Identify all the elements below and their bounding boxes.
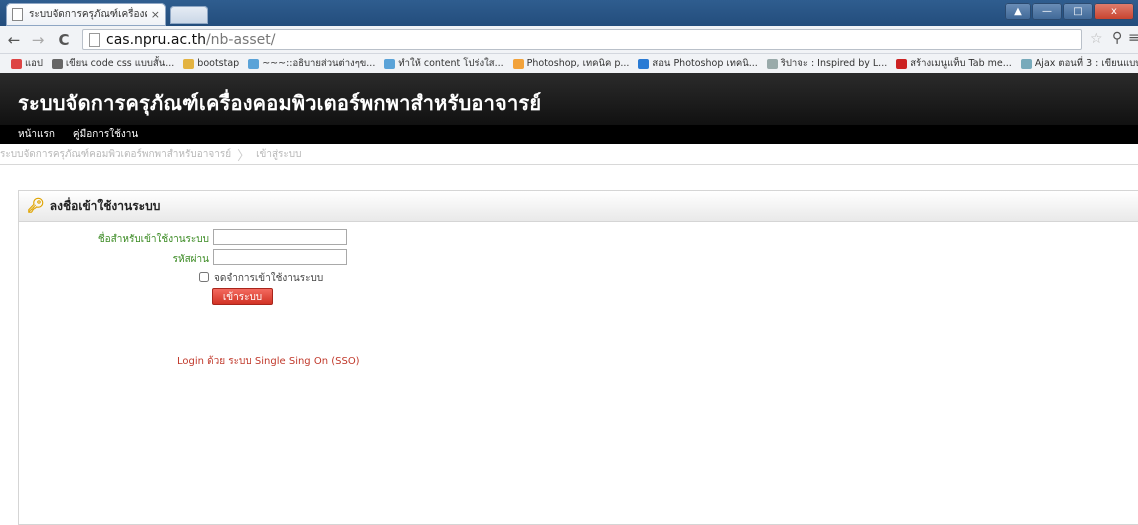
bookmark-item[interactable]: Ajax ตอนที่ 3 : เขียนแบบ... — [1020, 56, 1138, 71]
reload-icon[interactable]: C — [54, 31, 74, 49]
user-icon[interactable]: ▲ — [1005, 3, 1031, 20]
document-icon — [12, 8, 23, 21]
page-icon — [89, 32, 100, 47]
bookmark-favicon-icon — [896, 58, 908, 69]
bookmark-item[interactable]: แอป — [11, 56, 43, 71]
bookmark-item[interactable]: สร้างเมนูแท็บ Tab me... — [896, 56, 1012, 71]
password-label: รหัสผ่าน — [172, 254, 209, 265]
breadcrumb-separator-icon: 〉 — [237, 148, 251, 164]
window-controls: ▲ — □ x — [1005, 3, 1134, 20]
site-title: ระบบจัดการครุภัณฑ์เครื่องคอมพิวเตอร์พกพา… — [18, 91, 542, 115]
bookmark-favicon-icon — [248, 58, 260, 69]
login-panel-title: ลงชื่อเข้าใช้งานระบบ — [49, 198, 161, 213]
forward-icon[interactable]: → — [28, 31, 48, 49]
close-window-button[interactable]: x — [1094, 3, 1134, 20]
breadcrumb-item-system[interactable]: ระบบจัดการครุภัณฑ์คอมพิวเตอร์พกพาสำหรับอ… — [0, 147, 231, 162]
breadcrumb: ระบบจัดการครุภัณฑ์คอมพิวเตอร์พกพาสำหรับอ… — [0, 144, 1138, 165]
menu-icon[interactable]: ≡ — [1128, 30, 1138, 46]
bookmarks-bar: แอป เขียน code css แบบสั้น... bootstap ~~~:… — [0, 54, 1138, 74]
bookmark-favicon-icon — [766, 58, 778, 69]
back-icon[interactable]: ← — [4, 31, 24, 49]
bookmark-item[interactable]: ~~~::อธิบายส่วนต่างๆข... — [248, 56, 375, 71]
username-input[interactable] — [213, 229, 347, 245]
bookmark-label: Photoshop, เทคนิค p... — [526, 58, 630, 69]
site-nav: หน้าแรก คู่มือการใช้งาน — [0, 125, 1138, 144]
browser-titlebar: ระบบจัดการครุภัณฑ์เครื่องคอม × ▲ — □ x — [0, 0, 1138, 26]
bookmark-label: แอป — [25, 58, 43, 69]
bookmark-item[interactable]: ริปาจะ : Inspired by L... — [766, 56, 888, 71]
tab-close-icon[interactable]: × — [151, 8, 160, 21]
extension-icon[interactable]: ⚲ — [1112, 30, 1122, 46]
login-panel-header: 🔑︎ ลงชื่อเข้าใช้งานระบบ — [19, 191, 1138, 222]
nav-item-home[interactable]: หน้าแรก — [18, 127, 55, 142]
bookmark-label: สอน Photoshop เทคนิ... — [652, 58, 758, 69]
url-path: /nb-asset/ — [205, 31, 276, 48]
bookmark-item[interactable]: สอน Photoshop เทคนิ... — [638, 56, 758, 71]
maximize-button[interactable]: □ — [1063, 3, 1093, 20]
bookmark-favicon-icon — [638, 58, 650, 69]
bookmark-favicon-icon — [51, 58, 63, 69]
username-label: ชื่อสำหรับเข้าใช้งานระบบ — [97, 234, 209, 245]
password-input[interactable] — [213, 249, 347, 265]
remember-checkbox[interactable] — [199, 272, 209, 282]
bookmark-label: Ajax ตอนที่ 3 : เขียนแบบ... — [1034, 58, 1138, 69]
bookmark-star-icon[interactable]: ☆ — [1090, 31, 1103, 47]
bookmark-favicon-icon — [1020, 58, 1032, 69]
nav-item-manual[interactable]: คู่มือการใช้งาน — [73, 127, 138, 142]
bookmark-favicon-icon — [384, 58, 396, 69]
browser-tab[interactable]: ระบบจัดการครุภัณฑ์เครื่องคอม × — [6, 3, 166, 26]
login-button[interactable]: เข้าระบบ — [212, 288, 273, 305]
bookmark-label: ~~~::อธิบายส่วนต่างๆข... — [262, 58, 376, 69]
remember-label: จดจำการเข้าใช้งานระบบ — [214, 273, 324, 284]
login-panel: 🔑︎ ลงชื่อเข้าใช้งานระบบ ชื่อสำหรับเข้าใช… — [18, 190, 1138, 525]
url-host: cas.npru.ac.th — [106, 31, 206, 48]
address-bar[interactable]: cas.npru.ac.th /nb-asset/ — [82, 29, 1082, 50]
bookmark-label: bootstap — [197, 58, 240, 69]
site-header: ระบบจัดการครุภัณฑ์เครื่องคอมพิวเตอร์พกพา… — [0, 73, 1138, 125]
key-icon: 🔑︎ — [27, 198, 45, 214]
new-tab-button[interactable] — [170, 6, 208, 24]
tab-title: ระบบจัดการครุภัณฑ์เครื่องคอม — [29, 9, 147, 20]
bookmark-item[interactable]: ทำให้ content โปร่งใส... — [384, 56, 504, 71]
sso-login-link[interactable]: Login ด้วย ระบบ Single Sing On (SSO) — [177, 354, 360, 369]
bookmark-item[interactable]: เขียน code css แบบสั้น... — [51, 56, 175, 71]
browser-toolbar: ← → C cas.npru.ac.th /nb-asset/ ☆ ⚲ ≡ — [0, 26, 1138, 54]
bookmark-label: สร้างเมนูแท็บ Tab me... — [910, 58, 1012, 69]
bookmark-label: ทำให้ content โปร่งใส... — [398, 58, 504, 69]
breadcrumb-item-login: เข้าสู่ระบบ — [256, 148, 302, 160]
bookmark-favicon-icon — [512, 58, 524, 69]
bookmark-item[interactable]: bootstap — [183, 58, 239, 69]
bookmark-label: ริปาจะ : Inspired by L... — [780, 58, 888, 69]
bookmark-item[interactable]: Photoshop, เทคนิค p... — [512, 56, 630, 71]
minimize-button[interactable]: — — [1032, 3, 1062, 20]
bookmark-favicon-icon — [11, 58, 22, 69]
bookmark-label: เขียน code css แบบสั้น... — [65, 58, 175, 69]
bookmark-favicon-icon — [183, 58, 195, 69]
